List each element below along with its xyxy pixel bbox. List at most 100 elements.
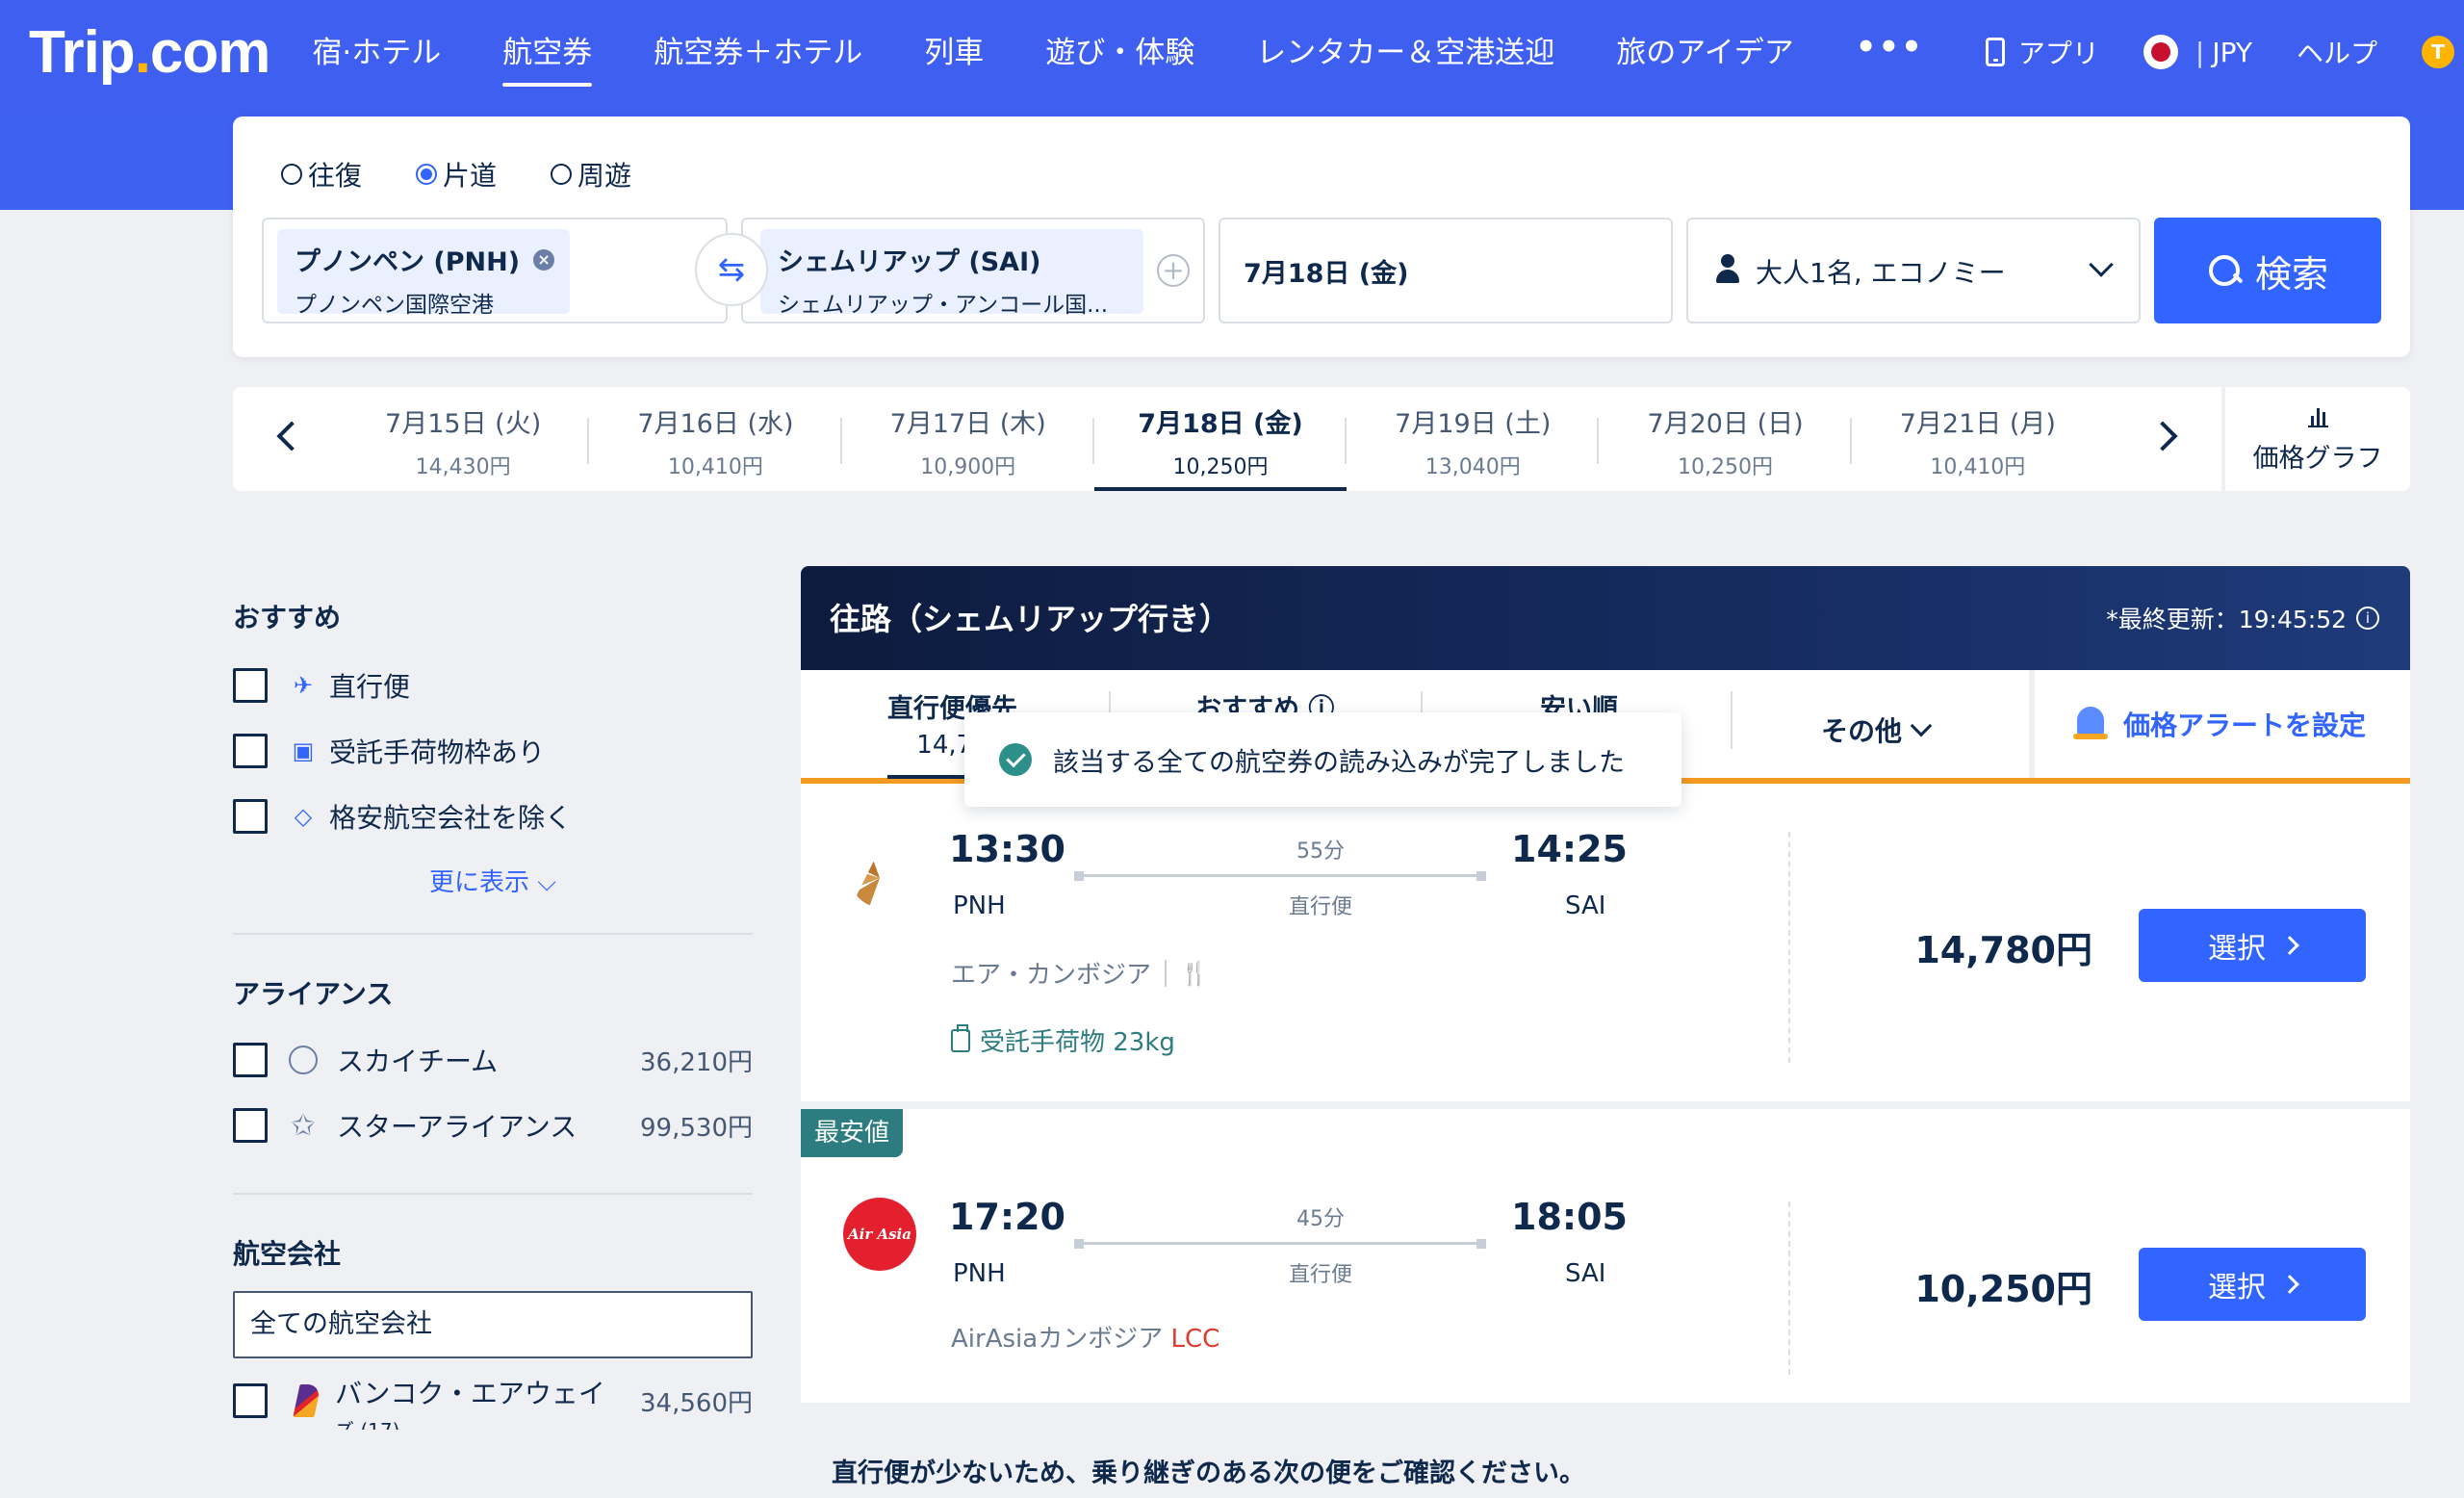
flight-price: 14,780円 — [1914, 929, 2092, 971]
date-option[interactable]: 7月16日 (水) 10,410円 — [589, 387, 842, 491]
trip-type-roundtrip[interactable]: 往復 — [281, 155, 362, 194]
arrival-airport: SAI — [1565, 891, 1606, 920]
airasia-logo-icon: Air Asia — [843, 1198, 916, 1271]
chevron-right-icon — [2280, 1275, 2299, 1294]
nav-menu: 宿·ホテル 航空券 航空券＋ホテル 列車 遊び・体験 レンタカー＆空港送迎 旅の… — [312, 28, 1986, 87]
help-link[interactable]: ヘルプ — [2297, 33, 2377, 71]
checkbox[interactable] — [233, 799, 268, 834]
nav-item-car-rental[interactable]: レンタカー＆空港送迎 — [1256, 28, 1554, 77]
nav-item-activities[interactable]: 遊び・体験 — [1045, 28, 1194, 77]
date-option[interactable]: 7月15日 (火) 14,430円 — [337, 387, 590, 491]
swap-icon: ⇆ — [717, 250, 746, 289]
date-price-strip: 7月15日 (火) 14,430円 7月16日 (水) 10,410円 7月17日 … — [233, 387, 2410, 491]
price-alert-button[interactable]: 価格アラートを設定 — [2029, 670, 2410, 778]
date-list: 7月15日 (火) 14,430円 7月16日 (水) 10,410円 7月17日 … — [337, 387, 2104, 491]
nav-right: アプリ | JPY ヘルプ T — [1941, 0, 2454, 104]
airline-select[interactable]: 全ての航空会社 — [233, 1291, 753, 1358]
next-dates-icon[interactable] — [2147, 421, 2178, 452]
destination-chip: シェムリアップ (SAI) シェムリアップ・アンコール国... — [760, 229, 1143, 318]
flight-price: 10,250円 — [1914, 1268, 2092, 1310]
nav-item-flight-hotel[interactable]: 航空券＋ホテル — [654, 28, 862, 77]
cheapest-badge: 最安値 — [801, 1109, 904, 1157]
divider — [1788, 1201, 1790, 1375]
destination-field[interactable]: シェムリアップ (SAI) シェムリアップ・アンコール国... + — [741, 218, 1205, 323]
departure-airport: PNH — [953, 1259, 1006, 1288]
show-more-link[interactable]: 更に表示 ⌵ — [233, 863, 753, 898]
results-header: 往路（シェムリアップ行き） *最終更新：19:45:52 i — [801, 566, 2410, 670]
date-option[interactable]: 7月19日 (土) 13,040円 — [1347, 387, 1600, 491]
date-option[interactable]: 7月20日 (日) 10,250円 — [1599, 387, 1852, 491]
filter-bangkok-airways[interactable]: バンコク・エアウェイ ズ (17) 34,560円 — [233, 1372, 753, 1430]
date-field[interactable]: 7月18日 (金) — [1219, 218, 1673, 323]
japan-flag-icon — [2143, 35, 2178, 69]
nav-item-hotels[interactable]: 宿·ホテル — [312, 28, 441, 77]
checkbox[interactable] — [233, 1383, 268, 1418]
price-graph-button[interactable]: 価格グラフ — [2221, 387, 2410, 491]
chevron-right-icon — [2280, 936, 2299, 955]
divider — [233, 933, 753, 935]
passenger-class-field[interactable]: 大人1名, エコノミー — [1686, 218, 2141, 323]
recommended-title: おすすめ — [233, 602, 342, 633]
account-menu[interactable]: T — [2422, 36, 2454, 68]
info-icon[interactable]: i — [2356, 607, 2379, 630]
filter-checked-baggage[interactable]: ▣ 受託手荷物枠あり — [233, 718, 753, 784]
filter-star-alliance[interactable]: ✩ スターアライアンス 99,530円 — [233, 1093, 753, 1158]
date-option[interactable]: 7月17日 (木) 10,900円 — [842, 387, 1095, 491]
air-cambodia-logo-icon — [843, 841, 916, 915]
stops-label: 直行便 — [1288, 895, 1352, 919]
nav-item-trip-ideas[interactable]: 旅のアイデア — [1616, 28, 1793, 77]
bangkok-airways-logo-icon — [293, 1384, 321, 1417]
flight-duration: 45分 — [1296, 1207, 1345, 1231]
currency-selector[interactable]: | JPY — [2143, 35, 2252, 69]
search-icon — [2207, 253, 2242, 288]
airline-name: エア・カンボジア 🍴 — [951, 959, 1209, 990]
checkbox[interactable] — [233, 734, 268, 768]
sort-other-dropdown[interactable]: その他 — [1821, 710, 1933, 749]
route-line — [1074, 1239, 1486, 1249]
tag-icon: ◇ — [294, 803, 313, 830]
filter-exclude-lcc[interactable]: ◇ 格安航空会社を除く — [233, 784, 753, 849]
route-line — [1074, 871, 1486, 881]
radio-icon — [281, 164, 302, 185]
date-option-selected[interactable]: 7月18日 (金) 10,250円 — [1093, 387, 1348, 491]
radio-icon — [551, 164, 573, 185]
trip-type-group: 往復 片道 周遊 — [281, 155, 631, 194]
trip-logo[interactable]: Trip. com — [29, 18, 270, 87]
nav-item-trains[interactable]: 列車 — [924, 28, 984, 77]
search-button[interactable]: 検索 — [2154, 218, 2381, 323]
checkbox[interactable] — [233, 1108, 268, 1143]
bell-icon — [2073, 705, 2108, 743]
loading-complete-toast: 該当する全ての航空券の読み込みが完了しました — [964, 712, 1681, 807]
select-flight-button[interactable]: 選択 — [2139, 909, 2366, 982]
trip-type-multicity[interactable]: 周遊 — [551, 155, 631, 194]
search-form: 往復 片道 周遊 プノンペン (PNH) × プノンペン国際空港 ⇆ シェムリアッ… — [233, 116, 2410, 357]
luggage-icon — [951, 1023, 970, 1052]
trip-type-oneway[interactable]: 片道 — [416, 155, 497, 194]
app-link[interactable]: アプリ — [1985, 33, 2099, 71]
checkbox[interactable] — [233, 668, 268, 703]
divider — [233, 1193, 753, 1195]
clear-origin-icon[interactable]: × — [533, 248, 555, 271]
checkbox[interactable] — [233, 1043, 268, 1077]
swap-airports-button[interactable]: ⇆ — [695, 233, 768, 306]
prev-dates-icon[interactable] — [276, 421, 307, 452]
results-panel: 往路（シェムリアップ行き） *最終更新：19:45:52 i 直行便優先 14,… — [801, 566, 2410, 1488]
baggage-info: 受託手荷物 23kg — [951, 1022, 1175, 1058]
filter-skyteam[interactable]: スカイチーム 36,210円 — [233, 1027, 753, 1093]
date-option[interactable]: 7月21日 (月) 10,410円 — [1852, 387, 2104, 491]
departure-time: 17:20 — [949, 1196, 1065, 1238]
select-flight-button[interactable]: 選択 — [2139, 1248, 2366, 1321]
avatar-icon: T — [2422, 36, 2454, 68]
nav-item-flights[interactable]: 航空券 — [502, 28, 593, 87]
airlines-title: 航空会社 — [233, 1238, 342, 1270]
add-destination-icon[interactable]: + — [1157, 254, 1190, 287]
flight-card[interactable]: 13:30 PNH 55分 直行便 14:25 SAI エア・カンボジア 🍴 受… — [801, 784, 2410, 1101]
flight-card[interactable]: 最安値 Air Asia 17:20 PNH 45分 直行便 18:05 SAI… — [801, 1109, 2410, 1403]
bar-chart-icon — [2307, 402, 2328, 427]
person-icon — [1713, 252, 1742, 287]
skyteam-icon — [289, 1046, 318, 1074]
origin-field[interactable]: プノンペン (PNH) × プノンペン国際空港 — [262, 218, 728, 323]
lcc-badge: LCC — [1170, 1325, 1220, 1354]
nav-more-button[interactable]: ••• — [1856, 28, 1924, 77]
filter-direct[interactable]: ✈ 直行便 — [233, 653, 753, 718]
